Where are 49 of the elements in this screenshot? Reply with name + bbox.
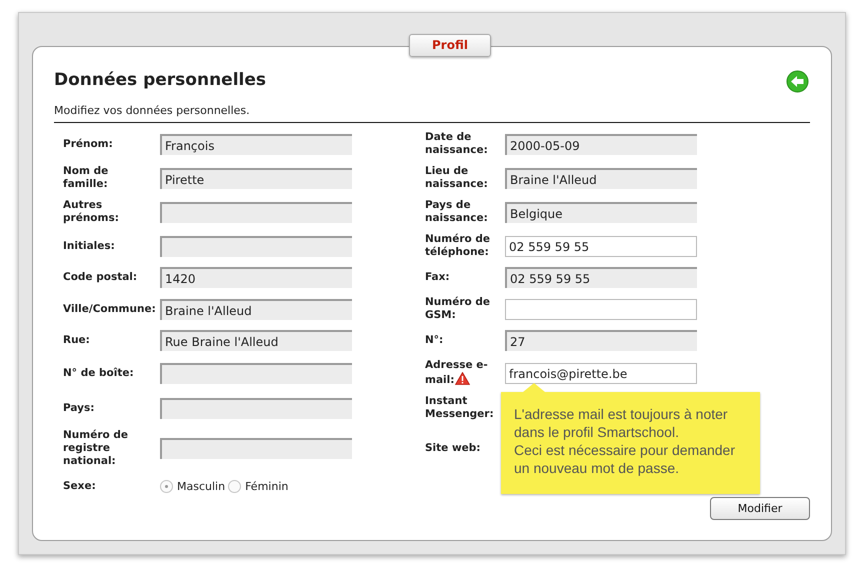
- text-field[interactable]: [160, 236, 352, 256]
- text-field[interactable]: Rue Braine l'Alleud: [160, 330, 352, 351]
- modify-button[interactable]: Modifier: [710, 497, 810, 520]
- field-label: Rue:: [63, 334, 90, 346]
- text-field[interactable]: 2000-05-09: [505, 134, 697, 154]
- field-label: Pays de naissance:: [425, 199, 488, 224]
- field-label: Code postal:: [63, 271, 138, 283]
- field-label: Sexe:: [63, 480, 96, 492]
- radio-label: Masculin: [177, 480, 226, 493]
- subtitle: Modifiez vos données personnelles.: [54, 104, 810, 123]
- field-label: Nom de famille:: [63, 165, 108, 190]
- field-label: Ville/Commune:: [63, 302, 156, 314]
- radio-label: Féminin: [245, 480, 288, 493]
- radio-button[interactable]: [228, 480, 242, 493]
- radio-button[interactable]: [160, 480, 173, 493]
- field-label: Adresse e-mail:: [425, 359, 488, 386]
- field-label: Date de naissance:: [425, 131, 488, 156]
- page-heading: Données personnelles: [54, 70, 266, 90]
- text-field[interactable]: [160, 362, 352, 384]
- text-field[interactable]: [505, 298, 697, 320]
- field-label: Site web:: [425, 442, 480, 454]
- field-label: Numéro de téléphone:: [425, 233, 490, 258]
- field-label: Instant Messenger:: [425, 395, 494, 420]
- text-field[interactable]: François: [160, 134, 352, 154]
- text-field[interactable]: [160, 398, 352, 418]
- field-label: Prénom:: [63, 138, 113, 150]
- text-field[interactable]: Braine l'Alleud: [505, 168, 697, 188]
- text-field[interactable]: 27: [505, 330, 697, 351]
- tooltip-text: Ceci est nécessaire pour demander un nouveau mot de passe.: [514, 440, 736, 476]
- field-label: Autres prénoms:: [63, 199, 119, 224]
- field-label: Lieu de naissance:: [425, 165, 488, 190]
- text-field[interactable]: [160, 202, 352, 222]
- text-field[interactable]: [160, 438, 352, 459]
- text-field[interactable]: Belgique: [505, 202, 697, 222]
- field-label: N° de boîte:: [63, 366, 134, 378]
- tooltip-text: L'adresse mail est toujours à noter dans le profil Smartschool.: [514, 404, 729, 440]
- text-field[interactable]: 02 559 59 55: [505, 267, 697, 288]
- text-field[interactable]: Braine l'Alleud: [160, 298, 352, 320]
- text-field[interactable]: 1420: [160, 267, 352, 288]
- field-label: N°:: [425, 334, 444, 346]
- text-field[interactable]: Pirette: [160, 168, 352, 188]
- text-field[interactable]: 02 559 59 55: [505, 236, 697, 256]
- field-label: Pays:: [63, 402, 94, 414]
- text-field[interactable]: francois@pirette.be: [505, 362, 697, 384]
- field-label: Numéro de GSM:: [425, 296, 490, 321]
- field-label: Numéro de registre national:: [63, 429, 128, 467]
- profile-tab[interactable]: Profil: [409, 34, 491, 57]
- field-label: Initiales:: [63, 240, 115, 252]
- field-label: Fax:: [425, 271, 450, 283]
